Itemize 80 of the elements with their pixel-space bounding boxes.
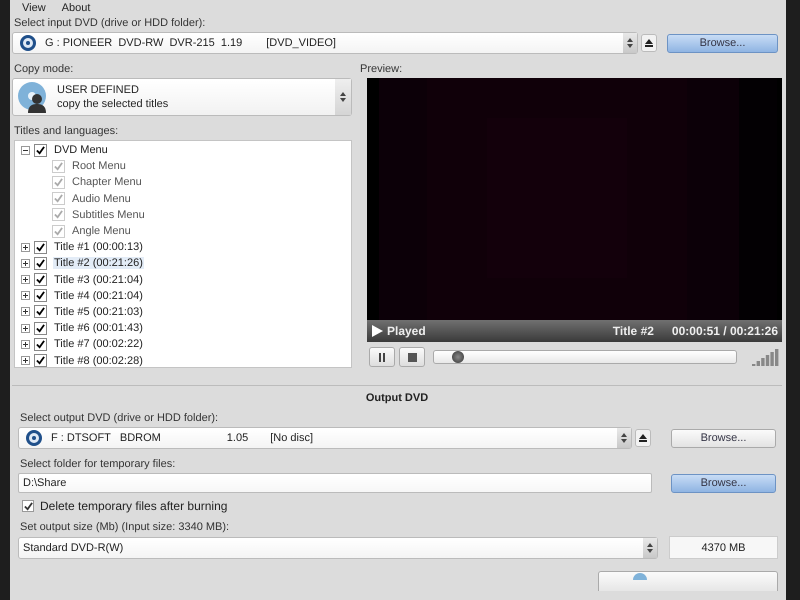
spinner-arrows-icon[interactable] [627, 37, 633, 49]
expand-button[interactable] [21, 324, 30, 333]
plus-icon [22, 340, 29, 348]
plus-icon [22, 324, 29, 332]
tree-item[interactable]: Title #2 (00:21:26) [53, 257, 144, 270]
tree-item[interactable]: Title #6 (00:01:43) [53, 322, 144, 334]
plus-icon [22, 260, 29, 267]
size-value-field: 4370 MB [669, 536, 778, 559]
tree-item[interactable]: Title #4 (00:21:04) [53, 290, 144, 302]
disc-icon [25, 429, 43, 447]
expand-button[interactable] [21, 356, 30, 366]
expand-button[interactable] [21, 275, 30, 284]
pause-button[interactable] [369, 347, 395, 367]
plus-icon [22, 244, 29, 251]
output-label: Select output DVD (drive or HDD folder): [19, 411, 220, 426]
delete-temp-label: Delete temporary files after burning [40, 499, 228, 513]
expand-button[interactable] [21, 291, 30, 300]
eject-button[interactable] [641, 34, 657, 52]
menu-item[interactable]: About [62, 3, 90, 13]
input-drive-dropdown[interactable]: G : PIONEER DVD-RW DVR-215 1.19 [DVD_VIDEO] [12, 32, 638, 54]
stop-button[interactable] [399, 347, 425, 367]
eject-icon [639, 434, 647, 442]
copy-mode-label: Copy mode: [13, 62, 74, 77]
tree-checkbox[interactable] [34, 338, 47, 351]
expand-button[interactable] [21, 340, 30, 349]
tree-checkbox[interactable] [34, 305, 47, 318]
plus-icon [22, 276, 29, 284]
spinner-arrows-icon[interactable] [340, 91, 346, 103]
eject-icon [645, 39, 653, 47]
stop-icon [408, 352, 416, 362]
play-icon [371, 325, 383, 337]
checkmark-icon [24, 502, 32, 510]
temp-folder-label: Select folder for temporary files: [19, 457, 176, 472]
tree-item[interactable]: Title #7 (00:02:22) [53, 338, 144, 350]
tree-checkbox[interactable] [34, 322, 47, 335]
temp-folder-field[interactable]: D:\Share [18, 473, 652, 493]
seek-thumb[interactable] [452, 351, 464, 363]
spinner-arrows-icon[interactable] [647, 542, 653, 554]
browse-button[interactable]: Browse... [671, 428, 776, 448]
tree-checkbox[interactable] [34, 354, 47, 368]
output-drive-dropdown[interactable]: F : DTSOFT BDROM 1.05 [No disc] [18, 427, 632, 449]
section-heading: Output DVD [364, 391, 430, 404]
tree-item[interactable]: Title #1 (00:00:13) [53, 241, 144, 254]
start-button[interactable] [598, 571, 778, 591]
spinner-arrows-icon[interactable] [621, 432, 627, 444]
menu-item[interactable]: View [22, 3, 46, 13]
browse-button[interactable]: Browse... [667, 34, 778, 52]
preview-label: Preview: [359, 62, 404, 77]
collapse-button[interactable] [21, 146, 30, 155]
tree-checkbox[interactable] [34, 240, 47, 254]
plus-icon [22, 357, 29, 364]
time-text: 00:00:51 / 00:21:26 [672, 324, 778, 338]
expand-button[interactable] [21, 242, 30, 252]
tree-item[interactable]: Title #8 (00:02:28) [53, 354, 144, 367]
tree-checkbox[interactable] [34, 144, 47, 157]
tree-checkbox[interactable] [34, 256, 47, 270]
expand-button[interactable] [21, 258, 30, 268]
disc-icon [19, 34, 37, 52]
tree-item[interactable]: DVD Menu [53, 144, 109, 156]
input-label: Select input DVD (drive or HDD folder): [13, 16, 206, 31]
delete-temp-checkbox[interactable] [22, 500, 34, 512]
expand-button[interactable] [21, 307, 30, 316]
plus-icon [22, 292, 29, 300]
output-size-label: Set output size (Mb) (Input size: 3340 MB): [19, 520, 230, 535]
tree-checkbox[interactable] [34, 289, 47, 302]
titles-label: Titles and languages: [13, 124, 120, 139]
output-size-dropdown[interactable]: Standard DVD-R(W) [18, 536, 658, 558]
tree-checkbox[interactable] [34, 273, 47, 286]
pause-icon [378, 352, 386, 362]
copy-mode-dropdown[interactable]: USER DEFINED copy the selected titles [12, 78, 352, 116]
volume-icon[interactable] [752, 348, 780, 366]
tree-item[interactable]: Title #3 (00:21:04) [53, 274, 144, 286]
plus-icon [22, 308, 29, 316]
eject-button[interactable] [635, 429, 651, 447]
seek-slider[interactable] [433, 350, 737, 364]
browse-button[interactable]: Browse... [671, 474, 776, 492]
title-text: Title #2 [612, 324, 654, 338]
tree-item[interactable]: Title #5 (00:21:03) [53, 306, 144, 318]
disc-person-icon [17, 81, 49, 113]
status-text: Played [387, 324, 426, 338]
